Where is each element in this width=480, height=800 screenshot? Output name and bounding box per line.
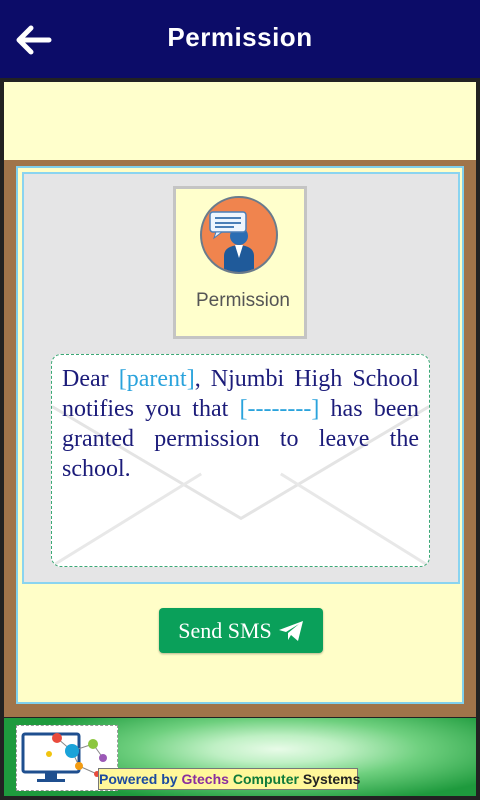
page-title: Permission [167, 22, 313, 52]
paper-plane-icon [278, 620, 303, 641]
app-header: Permission [0, 0, 480, 80]
speech-bubble-person-icon [200, 196, 278, 274]
powered-by-badge: Powered by Gtechs Computer Systems [98, 768, 360, 790]
send-sms-button[interactable]: Send SMS [159, 608, 323, 653]
sms-message-box: Dear [parent], Njumbi High School notifi… [51, 354, 430, 567]
message-text: Dear [parent], Njumbi High School notifi… [62, 366, 420, 482]
parent-placeholder: [parent] [118, 366, 195, 392]
send-sms-label: Send SMS [178, 617, 272, 643]
top-banner [4, 82, 476, 160]
permission-label: Permission [196, 290, 290, 311]
student-placeholder: [--------] [239, 396, 320, 422]
